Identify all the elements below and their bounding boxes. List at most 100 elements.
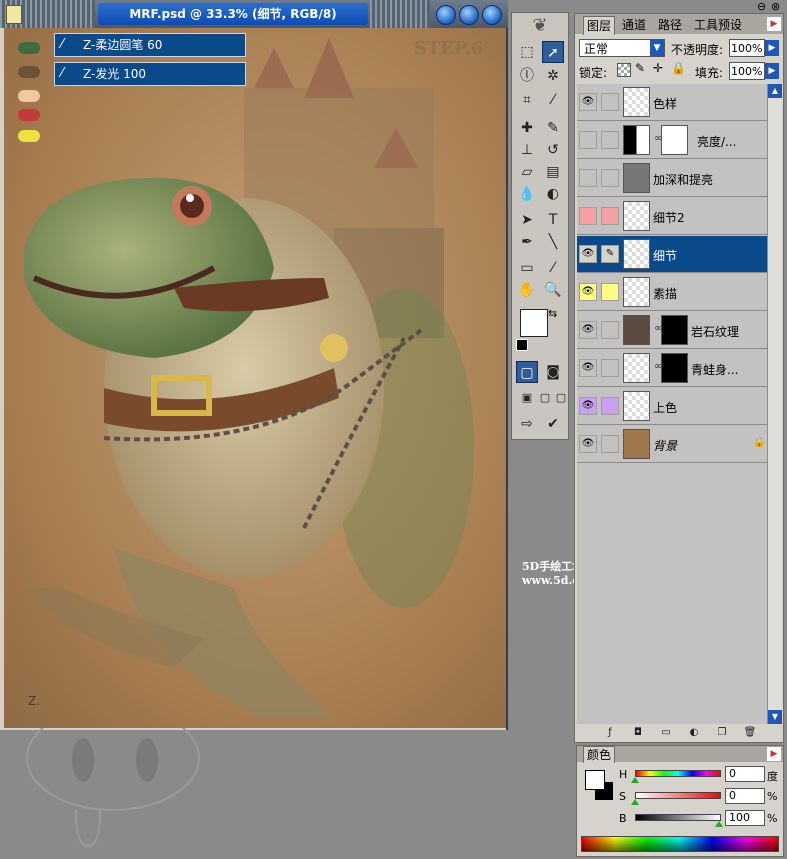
fill-arrow-icon[interactable]: ▶ <box>765 63 779 79</box>
scroll-up-icon[interactable]: ▲ <box>768 84 782 98</box>
hand-tool-icon[interactable]: ✋ <box>516 279 538 301</box>
add-mask-icon[interactable]: ◘ <box>631 726 645 740</box>
blur-tool-icon[interactable]: 💧 <box>516 183 538 205</box>
s-value-input[interactable]: 0 <box>725 788 765 804</box>
brush-preset-glow[interactable]: ⁄ Z-发光 100 <box>54 62 246 86</box>
layer-row-sketch[interactable]: 👁 素描 <box>577 274 767 311</box>
eye-icon[interactable]: 👁 <box>579 359 597 377</box>
canvas[interactable]: ⁄ Z-柔边圆笔 60 ⁄ Z-发光 100 STEP.6 Z. <box>4 28 506 728</box>
default-colors-icon[interactable] <box>516 339 528 351</box>
link-box[interactable] <box>601 283 619 301</box>
layer-row-brightness[interactable]: ∞ 亮度/... <box>577 122 767 159</box>
panel-menu-arrow-icon[interactable]: ▶ <box>767 747 781 761</box>
foreground-color-swatch[interactable] <box>520 309 548 337</box>
saturation-slider[interactable] <box>635 792 721 799</box>
brightness-slider[interactable] <box>635 814 721 821</box>
screen-mode-full-icon[interactable]: ▢ <box>550 387 572 409</box>
scroll-down-icon[interactable]: ▼ <box>768 710 782 724</box>
lock-transparent-icon[interactable] <box>617 63 631 77</box>
eye-icon[interactable]: 👁 <box>579 397 597 415</box>
history-brush-tool-icon[interactable]: ↺ <box>542 139 564 161</box>
swap-colors-icon[interactable]: ⇆ <box>548 307 557 320</box>
link-box[interactable] <box>601 359 619 377</box>
layer-style-icon[interactable]: ƒ <box>603 726 617 740</box>
gradient-tool-icon[interactable]: ▤ <box>542 161 564 183</box>
line-tool-icon[interactable]: ╲ <box>542 231 564 253</box>
tab-channels[interactable]: 通道 <box>619 16 649 34</box>
link-box[interactable] <box>601 93 619 111</box>
minimize-button[interactable] <box>436 5 456 25</box>
magic-wand-tool-icon[interactable]: ✲ <box>542 65 564 87</box>
clone-stamp-tool-icon[interactable]: ⊥ <box>516 139 538 161</box>
layer-row-dodge-burn[interactable]: 加深和提亮 <box>577 160 767 197</box>
eyedropper-tool-icon[interactable]: ⁄ <box>542 257 564 279</box>
quick-mask-mode-icon[interactable]: ◙ <box>542 361 564 383</box>
new-set-icon[interactable]: ▭ <box>659 726 673 740</box>
layer-row-color-sample[interactable]: 👁 色样 <box>577 84 767 121</box>
layer-row-coloring[interactable]: 👁 上色 <box>577 388 767 425</box>
jump-to-imageready-icon[interactable]: ⇨ <box>516 413 538 435</box>
color-spectrum-bar[interactable] <box>581 836 779 852</box>
lasso-tool-icon[interactable]: ⓛ <box>516 65 538 87</box>
fill-input[interactable]: 100% <box>729 62 765 80</box>
hue-slider-handle[interactable] <box>631 777 639 783</box>
opacity-input[interactable]: 100% <box>729 39 765 57</box>
eye-icon[interactable]: 👁 <box>579 321 597 339</box>
eye-icon[interactable]: 👁 <box>579 93 597 111</box>
trash-icon[interactable]: 🗑 <box>743 726 757 740</box>
foreground-color-chip[interactable] <box>585 770 605 790</box>
lock-image-icon[interactable]: ✎ <box>635 61 645 75</box>
lock-position-icon[interactable]: ✛ <box>653 61 663 75</box>
zoom-tool-icon[interactable]: 🔍 <box>542 279 564 301</box>
tab-layers[interactable]: 图层 <box>583 16 616 35</box>
document-titlebar[interactable]: MRF.psd @ 33.3% (细节, RGB/8) <box>0 0 508 28</box>
adjustment-layer-icon[interactable]: ◐ <box>687 726 701 740</box>
path-selection-tool-icon[interactable]: ➤ <box>516 209 538 231</box>
imageready-check-icon[interactable]: ✔ <box>542 413 564 435</box>
brush-tool-icon[interactable]: ✎ <box>542 117 564 139</box>
standard-mode-icon[interactable]: ▢ <box>516 361 538 383</box>
link-box[interactable] <box>601 169 619 187</box>
blend-mode-select[interactable]: 正常 ▼ <box>579 39 665 57</box>
link-box[interactable] <box>601 435 619 453</box>
saturation-slider-handle[interactable] <box>631 799 639 805</box>
maximize-button[interactable] <box>459 5 479 25</box>
brightness-slider-handle[interactable] <box>715 821 723 827</box>
healing-brush-tool-icon[interactable]: ✚ <box>516 117 538 139</box>
link-box[interactable] <box>601 207 619 225</box>
layer-row-detail2[interactable]: 细节2 <box>577 198 767 235</box>
eye-box[interactable] <box>579 169 597 187</box>
eye-box[interactable] <box>579 207 597 225</box>
tab-tool-presets[interactable]: 工具预设 <box>691 16 745 34</box>
brush-preset-soft-round[interactable]: ⁄ Z-柔边圆笔 60 <box>54 33 246 57</box>
link-box[interactable] <box>601 321 619 339</box>
tab-paths[interactable]: 路径 <box>655 16 685 34</box>
layer-row-background[interactable]: 👁 背景 🔒 <box>577 426 767 463</box>
eye-icon[interactable]: 👁 <box>579 283 597 301</box>
eye-box[interactable] <box>579 131 597 149</box>
tab-color[interactable]: 颜色 <box>583 746 616 763</box>
layer-row-frog-body[interactable]: 👁 ∞ 青蛙身... <box>577 350 767 387</box>
close-button[interactable] <box>482 5 502 25</box>
layers-scrollbar[interactable]: ▲ ▼ <box>767 84 782 724</box>
h-value-input[interactable]: 0 <box>725 766 765 782</box>
move-tool-icon[interactable]: ➚ <box>542 41 564 63</box>
marquee-tool-icon[interactable]: ⬚ <box>516 41 538 63</box>
panel-menu-arrow-icon[interactable]: ▶ <box>767 17 781 31</box>
eye-icon[interactable]: 👁 <box>579 245 597 263</box>
brush-edit-icon[interactable]: ✎ <box>601 245 619 263</box>
eraser-tool-icon[interactable]: ▱ <box>516 161 538 183</box>
crop-tool-icon[interactable]: ⌗ <box>516 89 538 111</box>
opacity-arrow-icon[interactable]: ▶ <box>765 40 779 56</box>
lock-all-icon[interactable]: 🔒 <box>671 61 686 75</box>
b-value-input[interactable]: 100 <box>725 810 765 826</box>
pen-tool-icon[interactable]: ✒ <box>516 231 538 253</box>
link-box[interactable] <box>601 131 619 149</box>
layer-row-rock-texture[interactable]: 👁 ∞ 岩石纹理 <box>577 312 767 349</box>
type-tool-icon[interactable]: T <box>542 209 564 231</box>
new-layer-icon[interactable]: ❐ <box>715 726 729 740</box>
dodge-tool-icon[interactable]: ◐ <box>542 183 564 205</box>
slice-tool-icon[interactable]: ⁄ <box>542 89 564 111</box>
layer-row-detail[interactable]: 👁 ✎ 细节 <box>577 236 767 273</box>
panel-close-icon[interactable]: ⊗ <box>771 0 780 13</box>
